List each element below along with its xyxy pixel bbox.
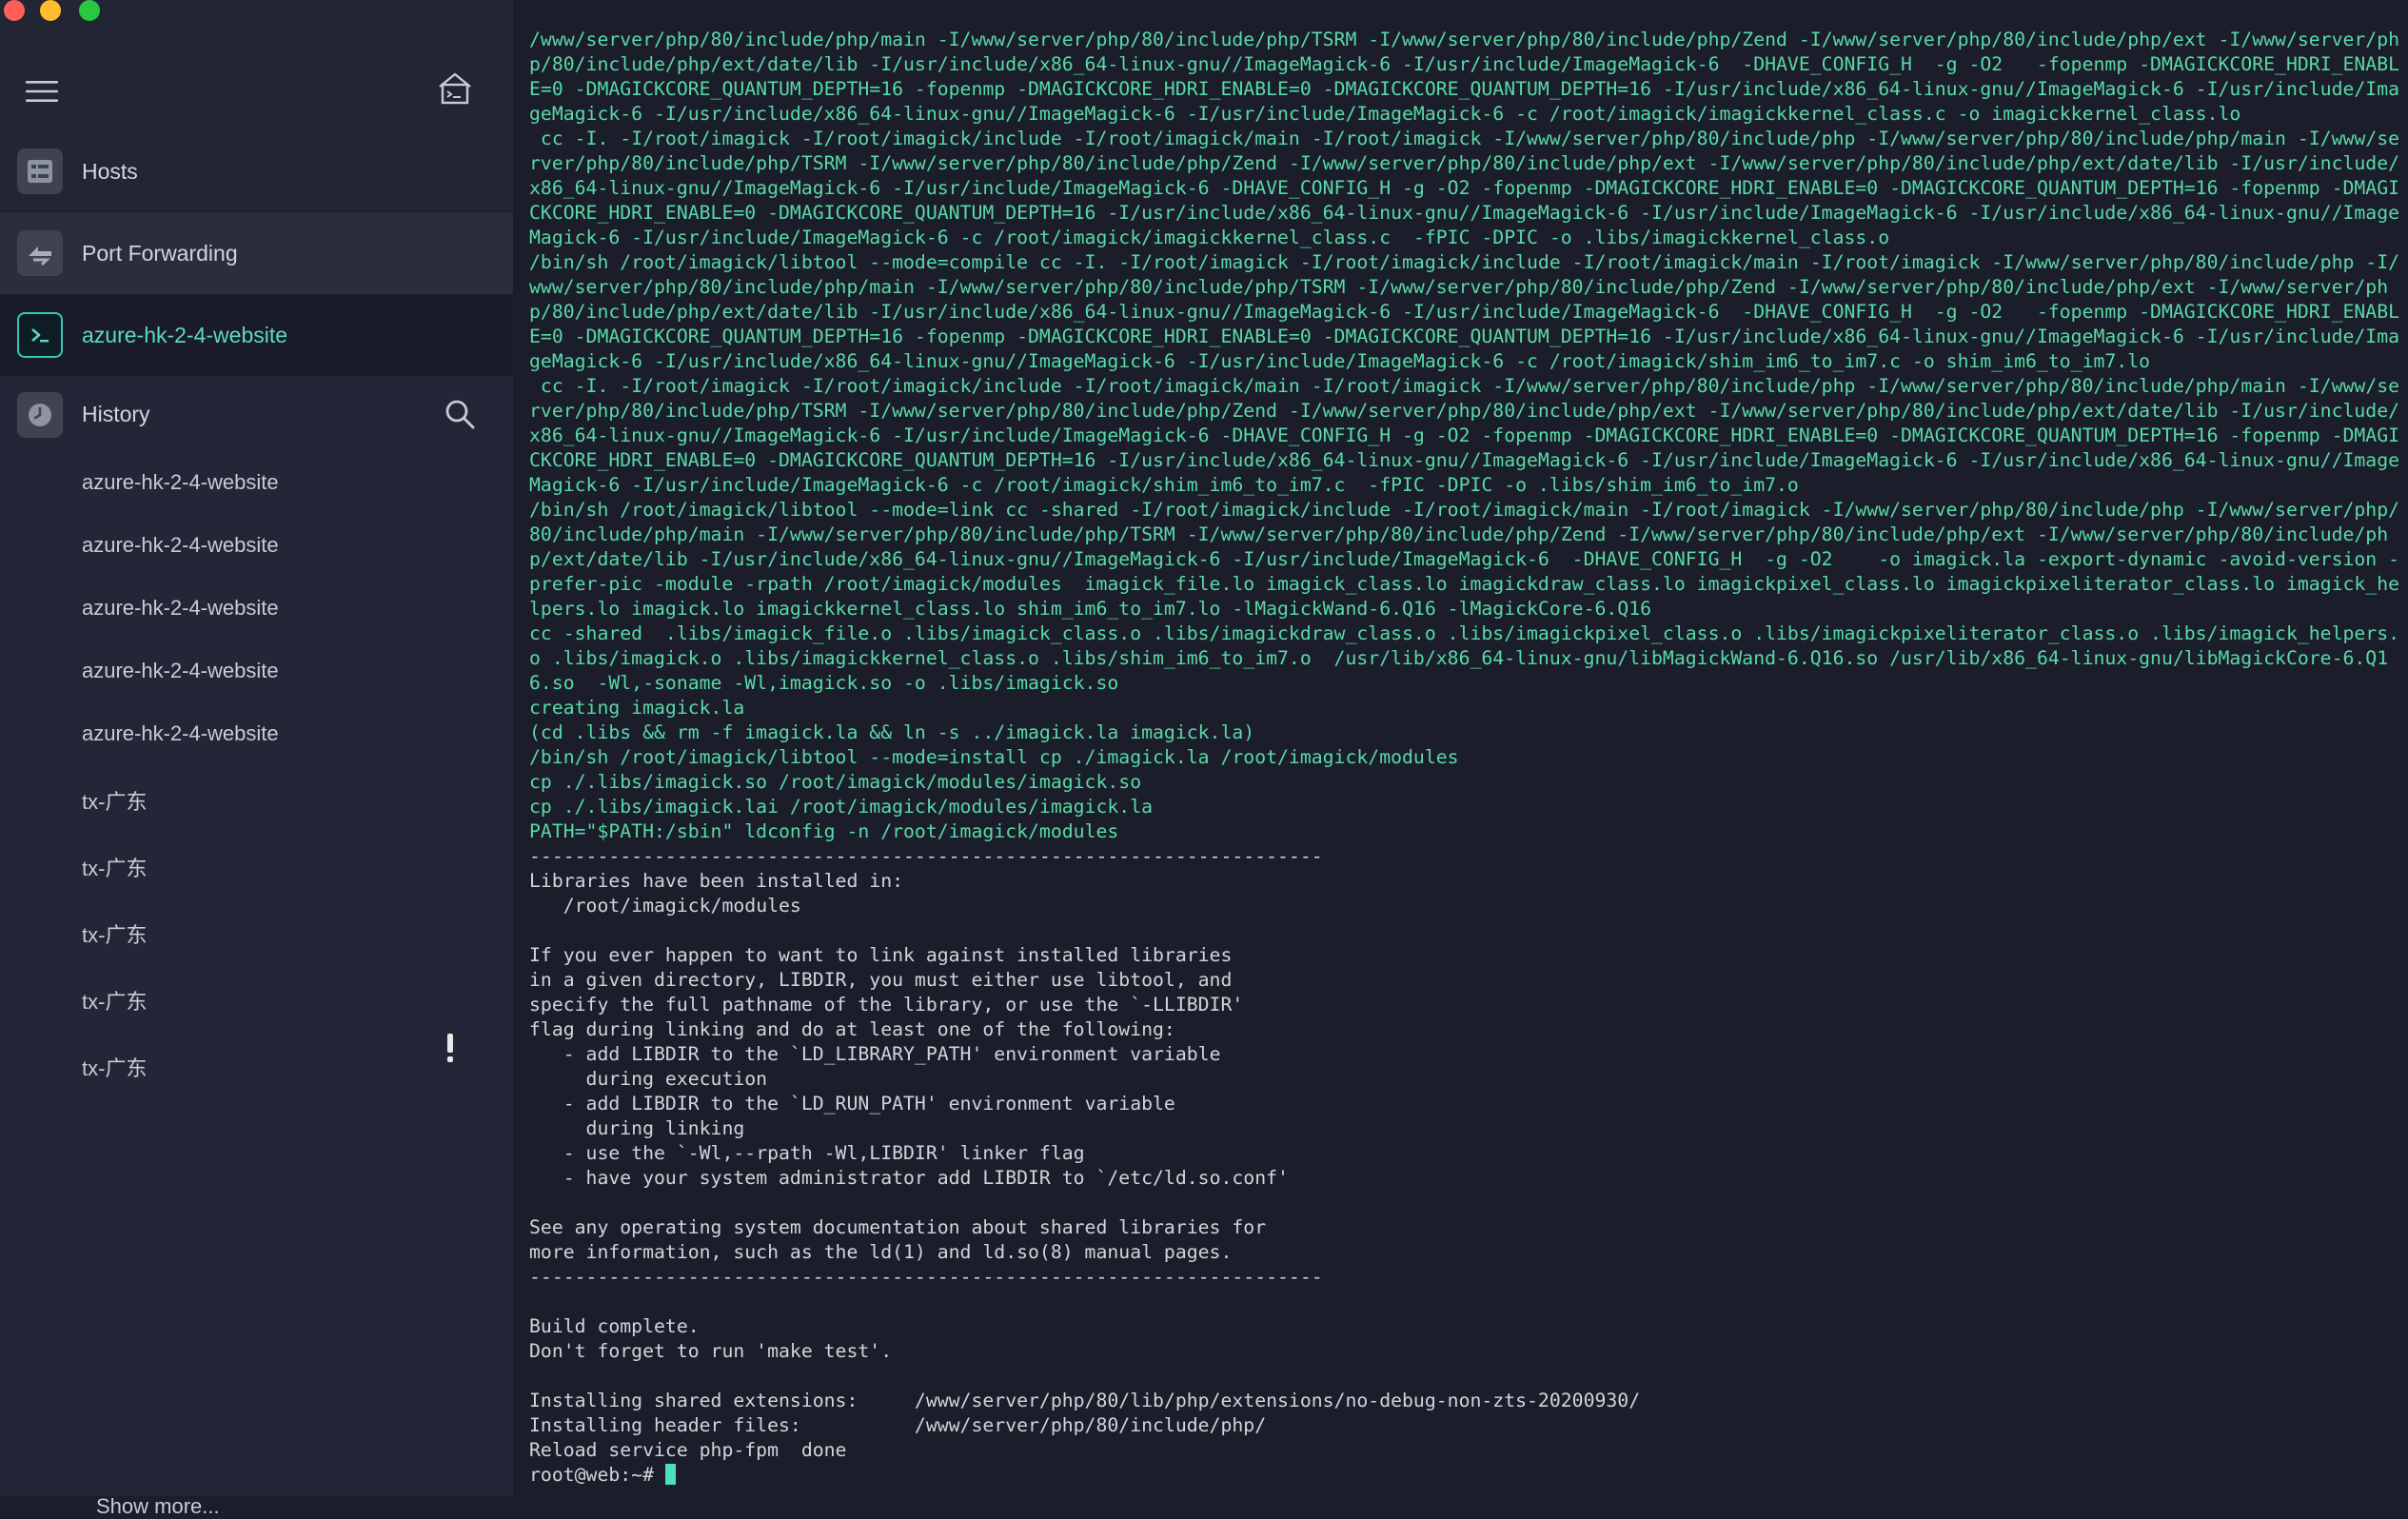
hosts-icon: [17, 148, 63, 194]
history-item[interactable]: azure-hk-2-4-website: [82, 533, 279, 558]
terminal-pane[interactable]: /www/server/php/80/include/php/main -I/w…: [513, 0, 2408, 1496]
home-terminal-icon[interactable]: [438, 72, 472, 105]
nav-hosts[interactable]: Hosts: [0, 130, 513, 212]
window-zoom-button[interactable]: [79, 0, 100, 21]
nav-active-session-label: azure-hk-2-4-website: [82, 322, 288, 347]
nav-port-forwarding[interactable]: Port Forwarding: [0, 212, 513, 294]
nav-hosts-label: Hosts: [82, 158, 138, 184]
port-forwarding-icon: [17, 230, 63, 276]
warning-icon: [447, 1034, 453, 1062]
build-log: /www/server/php/80/include/php/main -I/w…: [529, 29, 2400, 842]
history-item[interactable]: tx-广东: [82, 785, 147, 816]
terminal-icon: [17, 312, 63, 358]
menu-icon[interactable]: [26, 80, 58, 103]
history-item[interactable]: azure-hk-2-4-website: [82, 470, 279, 495]
window-close-button[interactable]: [4, 0, 25, 21]
history-item[interactable]: tx-广东: [82, 852, 147, 882]
history-item[interactable]: azure-hk-2-4-website: [82, 596, 279, 621]
terminal-cursor[interactable]: [664, 1464, 676, 1485]
nav-active-session[interactable]: azure-hk-2-4-website: [0, 294, 513, 376]
shell-prompt: root@web:~#: [529, 1464, 665, 1486]
show-more-button[interactable]: Show more...: [96, 1494, 220, 1519]
install-message: ----------------------------------------…: [529, 845, 1641, 1461]
history-item[interactable]: azure-hk-2-4-website: [82, 659, 279, 683]
history-item[interactable]: tx-广东: [82, 1052, 147, 1082]
window-minimize-button[interactable]: [40, 0, 61, 21]
history-clock-icon: [17, 392, 63, 438]
history-item[interactable]: tx-广东: [82, 918, 147, 949]
history-label: History: [82, 402, 150, 426]
sidebar: Hosts Port Forwarding azure-hk-2-4-websi…: [0, 0, 513, 1518]
terminal-output: /www/server/php/80/include/php/main -I/w…: [529, 28, 2400, 1488]
search-icon[interactable]: [444, 398, 476, 430]
nav-port-forwarding-label: Port Forwarding: [82, 240, 238, 266]
history-item[interactable]: azure-hk-2-4-website: [82, 721, 279, 746]
history-section: History azure-hk-2-4-website azure-hk-2-…: [0, 379, 513, 1518]
history-item[interactable]: tx-广东: [82, 985, 147, 1016]
history-header: History: [0, 379, 513, 453]
